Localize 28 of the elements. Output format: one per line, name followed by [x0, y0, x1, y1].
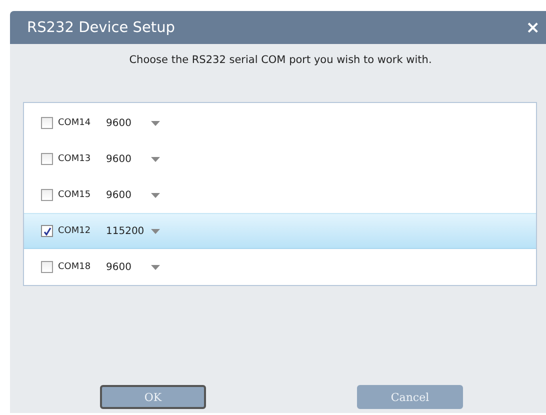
baud-rate: 115200: [106, 226, 146, 236]
window-title: RS232 Device Setup: [27, 20, 175, 36]
caret-icon[interactable]: [151, 264, 160, 270]
port-row[interactable]: COM12 115200: [24, 213, 536, 249]
caret-icon[interactable]: [151, 156, 160, 162]
port-name: COM13: [58, 154, 92, 164]
port-row[interactable]: COM14 9600: [24, 105, 536, 141]
port-checkbox[interactable]: [41, 261, 53, 273]
baud-rate: 9600: [106, 118, 132, 128]
port-checkbox[interactable]: [41, 117, 53, 129]
caret-icon[interactable]: [151, 192, 160, 198]
baud-rate: 9600: [106, 190, 132, 200]
baud-rate: 9600: [106, 154, 132, 164]
instruction-text: Choose the RS232 serial COM port you wish to work with.: [128, 54, 433, 68]
port-name: COM15: [58, 190, 92, 200]
port-name: COM12: [58, 226, 92, 236]
port-checkbox[interactable]: [41, 225, 53, 237]
caret-icon[interactable]: [151, 120, 160, 126]
port-row[interactable]: COM18 9600: [24, 249, 536, 285]
caret-icon[interactable]: [151, 228, 160, 234]
close-button[interactable]: ×: [520, 18, 546, 38]
baud-rate: 9600: [106, 262, 132, 272]
port-name: COM18: [58, 262, 92, 272]
port-checkbox[interactable]: [41, 153, 53, 165]
port-row[interactable]: COM13 9600: [24, 141, 536, 177]
port-row[interactable]: COM15 9600: [24, 177, 536, 213]
port-checkbox[interactable]: [41, 189, 53, 201]
port-name: COM14: [58, 118, 92, 128]
